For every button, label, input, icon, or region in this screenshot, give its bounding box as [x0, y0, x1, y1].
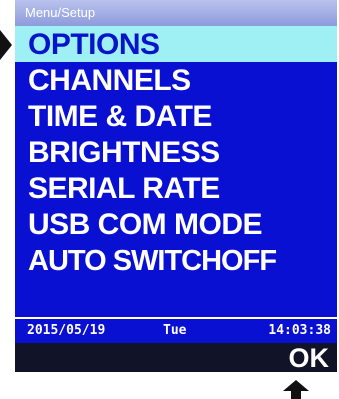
menu-title: Menu/Setup [15, 0, 337, 26]
menu-item-channels[interactable]: CHANNELS [15, 62, 337, 98]
status-divider [15, 317, 337, 319]
status-day: Tue [163, 323, 187, 338]
status-date: 2015/05/19 [27, 323, 106, 338]
status-bar: 2015/05/19 Tue 14:03:38 [15, 320, 337, 342]
menu-item-options[interactable]: OPTIONS [15, 26, 337, 62]
arrow-up-icon [283, 380, 309, 399]
status-time: 14:03:38 [268, 323, 331, 338]
arrow-right-icon [0, 30, 12, 60]
menu-item-serial-rate[interactable]: SERIAL RATE [15, 170, 337, 206]
softkey-bar: OK [15, 343, 337, 374]
menu-item-brightness[interactable]: BRIGHTNESS [15, 134, 337, 170]
menu-item-time-date[interactable]: TIME & DATE [15, 98, 337, 134]
device-screen: Menu/Setup OPTIONS CHANNELS TIME & DATE … [15, 0, 337, 374]
setup-menu: OPTIONS CHANNELS TIME & DATE BRIGHTNESS … [15, 26, 337, 278]
ok-softkey[interactable]: OK [289, 343, 330, 374]
menu-item-usb-com-mode[interactable]: USB COM MODE [15, 206, 337, 242]
menu-item-auto-switchoff[interactable]: AUTO SWITCHOFF [15, 242, 337, 278]
